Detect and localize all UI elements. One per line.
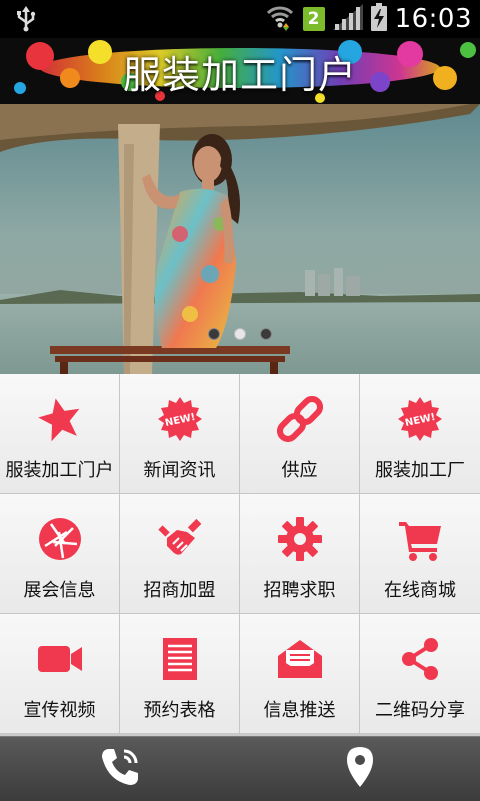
- bottom-action-bar: [0, 736, 480, 801]
- menu-item-label: 服装加工门户: [5, 460, 114, 481]
- menu-item-label: 服装加工厂: [375, 460, 465, 481]
- main-menu-grid: 服装加工门户 NEW! 新闻资讯 供应 NEW! 服装加工厂展会信息 招商加盟 招聘求职 在线商…: [0, 374, 480, 736]
- menu-item[interactable]: 供应: [240, 374, 360, 494]
- carousel-indicator: [0, 328, 480, 340]
- menu-item[interactable]: 在线商城: [360, 494, 480, 614]
- menu-item[interactable]: 招商加盟: [120, 494, 240, 614]
- menu-item[interactable]: NEW! 新闻资讯: [120, 374, 240, 494]
- clock: 16:03: [394, 4, 472, 34]
- menu-item-label: 招商加盟: [143, 580, 216, 601]
- map-pin-icon: [345, 745, 375, 793]
- handshake-icon: [157, 516, 203, 562]
- carousel-dot[interactable]: [260, 328, 272, 340]
- menu-item-label: 宣传视频: [23, 700, 96, 721]
- app-title: 服装加工门户: [122, 53, 357, 97]
- gear-icon: [277, 516, 323, 562]
- menu-item-label: 预约表格: [143, 700, 216, 721]
- menu-item-label: 在线商城: [384, 580, 456, 601]
- menu-item[interactable]: 二维码分享: [360, 614, 480, 734]
- video-camera-icon: [37, 636, 83, 682]
- form-icon: [157, 636, 203, 682]
- usb-icon: [16, 6, 36, 36]
- share-icon: [397, 636, 443, 682]
- menu-item-label: 招聘求职: [263, 580, 336, 601]
- menu-item[interactable]: 信息推送: [240, 614, 360, 734]
- sim-slot-badge: 2: [302, 7, 325, 31]
- menu-item[interactable]: NEW! 服装加工厂: [360, 374, 480, 494]
- carousel-dot[interactable]: [234, 328, 246, 340]
- menu-item-label: 展会信息: [23, 580, 96, 601]
- menu-item-label: 新闻资讯: [143, 460, 216, 481]
- phone-icon: [98, 745, 142, 793]
- menu-item-label: 供应: [281, 460, 318, 481]
- menu-item[interactable]: 招聘求职: [240, 494, 360, 614]
- hero-carousel[interactable]: [0, 104, 480, 374]
- menu-item-label: 二维码分享: [375, 700, 465, 721]
- status-bar: 2 16:03: [0, 0, 480, 38]
- app-header-banner: 服装加工门户: [0, 38, 480, 104]
- star-icon: [37, 396, 83, 442]
- menu-item[interactable]: 预约表格: [120, 614, 240, 734]
- call-button[interactable]: [0, 737, 240, 801]
- cart-icon: [397, 516, 443, 562]
- mail-icon: [277, 636, 323, 682]
- wifi-icon: [265, 3, 295, 35]
- signal-icon: [332, 4, 363, 34]
- menu-item-label: 信息推送: [263, 700, 336, 721]
- carousel-dot[interactable]: [208, 328, 220, 340]
- aperture-icon: [37, 516, 83, 562]
- location-button[interactable]: [240, 737, 480, 801]
- new-badge-icon: NEW!: [397, 396, 443, 442]
- menu-item[interactable]: 宣传视频: [0, 614, 120, 734]
- menu-item[interactable]: 展会信息: [0, 494, 120, 614]
- new-badge-icon: NEW!: [157, 396, 203, 442]
- link-icon: [276, 396, 323, 442]
- menu-item[interactable]: 服装加工门户: [0, 374, 120, 494]
- battery-charging-icon: [370, 3, 387, 35]
